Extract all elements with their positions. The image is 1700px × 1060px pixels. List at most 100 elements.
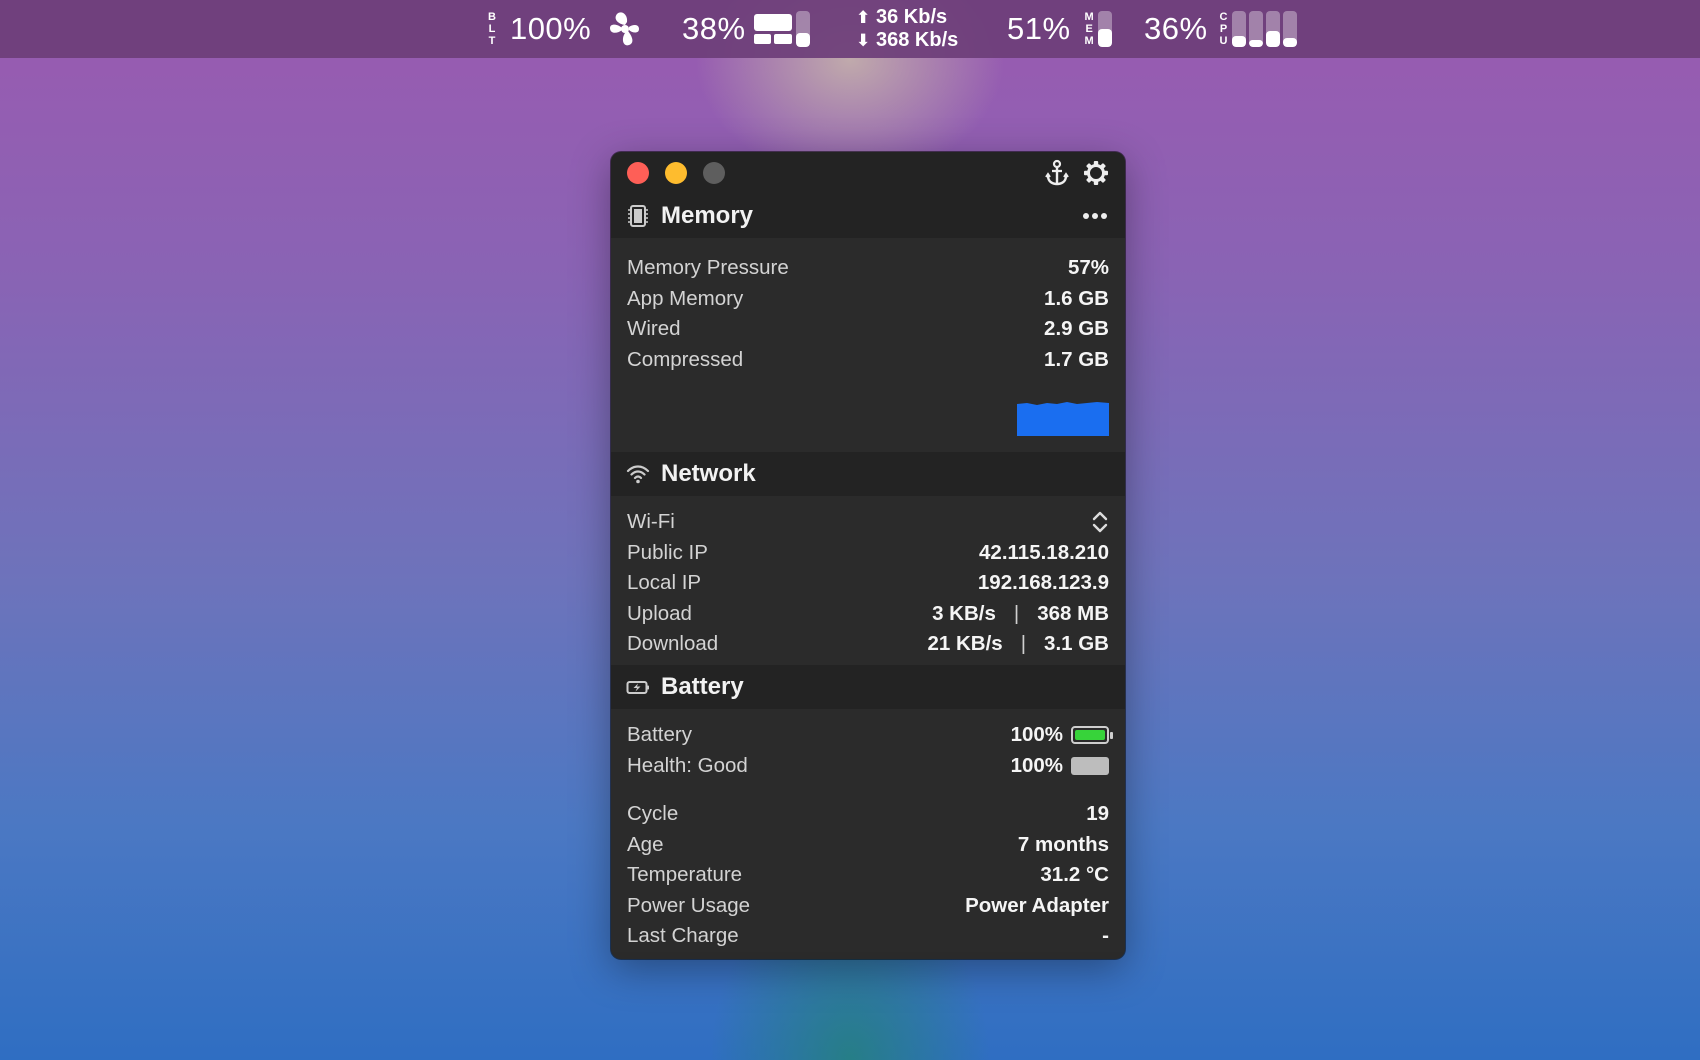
menubar-cpu[interactable]: 36% C P U [1144, 0, 1297, 58]
menubar-disk[interactable] [754, 0, 810, 58]
battery-stat-row: Age 7 months [627, 830, 1109, 861]
interface-selector-chevron-icon[interactable] [1091, 509, 1109, 535]
download-total: 3.1 GB [1044, 632, 1109, 656]
stats-popup: Memory Memory Pressure 57% App Memory 1.6 G… [611, 152, 1125, 959]
battery-stat-row-value: 7 months [1017, 832, 1109, 856]
battery-stat-row: Power Usage Power Adapter [627, 891, 1109, 922]
memory-stats-list: Memory Pressure 57% App Memory 1.6 GB Wired 2… [627, 253, 1109, 375]
zoom-button[interactable] [703, 162, 725, 184]
memory-stat-row-value: 1.7 GB [1044, 347, 1109, 371]
menubar-upload-rate: 36 Kb/s [876, 6, 948, 28]
battery-stat-row-value: - [1102, 924, 1109, 948]
minimize-button[interactable] [665, 162, 687, 184]
health-value: 100% [1010, 753, 1063, 777]
anchor-icon[interactable] [1044, 159, 1070, 187]
memory-stat-row: Compressed 1.7 GB [627, 345, 1109, 376]
menu-bar: B L T 100% 38% ⬆ 36 Kb/s ⬇ 368 Kb/s 51% … [0, 0, 1700, 58]
memory-vertical-label: M E M [1084, 11, 1094, 47]
battery-section-header: Battery [611, 665, 1125, 709]
network-interface-row[interactable]: Wi-Fi [627, 507, 1109, 538]
upload-values: 3 KB/s | 368 MB [932, 602, 1109, 626]
close-button[interactable] [627, 162, 649, 184]
battery-stat-row-value: 19 [1086, 802, 1109, 826]
bluetooth-percent: 100% [509, 11, 592, 46]
local-ip-label: Local IP [627, 571, 702, 595]
public-ip-value[interactable]: 42.115.18.210 [979, 541, 1109, 565]
memory-stat-row-value: 2.9 GB [1044, 317, 1109, 341]
memory-stat-row-label: Memory Pressure [627, 256, 789, 280]
local-ip-row: Local IP 192.168.123.9 [627, 568, 1109, 599]
disk-usage-bar [796, 11, 810, 47]
network-interface-label: Wi-Fi [627, 510, 675, 534]
cpu-core-bars [1231, 11, 1297, 47]
cpu-core-bar [1231, 11, 1246, 47]
memory-stat-row-label: Wired [627, 317, 681, 341]
battery-level-icon [1071, 726, 1113, 745]
battery-level-row: Battery 100% [627, 720, 1113, 751]
upload-rate: 3 KB/s [932, 601, 996, 625]
download-label: Download [627, 632, 719, 656]
disk-icon [754, 14, 792, 44]
public-ip-label: Public IP [627, 540, 708, 564]
download-values: 21 KB/s | 3.1 GB [928, 632, 1110, 656]
upload-arrow-icon: ⬆ [856, 8, 871, 27]
cpu-core-bar [1265, 11, 1280, 47]
fan-percent: 38% [682, 11, 746, 46]
battery-stat-row-label: Age [627, 832, 664, 856]
bluetooth-vertical-label: B L T [488, 11, 496, 47]
menubar-fan[interactable]: 38% [608, 0, 746, 58]
battery-stat-row: Cycle 19 [627, 799, 1109, 830]
memory-chip-icon [628, 205, 648, 227]
memory-section-header: Memory [611, 194, 1125, 238]
network-rates: ⬆ 36 Kb/s ⬇ 368 Kb/s [856, 6, 958, 52]
network-section-body: Wi-Fi Public IP 42.115.18.210 Local IP 1… [611, 496, 1125, 665]
fan-icon [610, 12, 639, 46]
wifi-icon [626, 465, 650, 484]
popup-titlebar [611, 152, 1125, 194]
memory-percent: 51% [1007, 11, 1071, 46]
battery-stat-row-value: 31.2 °C [1040, 863, 1109, 887]
menubar-bluetooth[interactable]: B L T 100% [488, 0, 591, 58]
memory-section-title: Memory [661, 202, 754, 229]
memory-usage-chart [1017, 402, 1109, 436]
battery-stat-row: Temperature 31.2 °C [627, 860, 1109, 891]
network-section-header: Network [611, 452, 1125, 496]
cpu-percent: 36% [1144, 11, 1208, 46]
download-row: Download 21 KB/s | 3.1 GB [627, 629, 1109, 660]
health-level-icon [1071, 756, 1109, 775]
separator: | [1013, 601, 1020, 625]
more-options-icon[interactable] [1081, 204, 1109, 228]
battery-section-body: Battery 100% Health: Good 100% Cycle 19 Ag… [611, 709, 1125, 952]
memory-stat-row-value: 1.6 GB [1044, 286, 1109, 310]
memory-stat-row-label: App Memory [627, 286, 744, 310]
battery-value: 100% [1010, 723, 1063, 747]
upload-row: Upload 3 KB/s | 368 MB [627, 599, 1109, 630]
menubar-network[interactable]: ⬆ 36 Kb/s ⬇ 368 Kb/s [856, 0, 958, 58]
local-ip-value[interactable]: 192.168.123.9 [978, 571, 1109, 595]
battery-stats-list: Cycle 19 Age 7 months Temperature 31.2 °C Powe… [627, 799, 1109, 952]
battery-stat-row-label: Temperature [627, 863, 743, 887]
cpu-core-bar [1282, 11, 1297, 47]
memory-stat-row: Wired 2.9 GB [627, 314, 1109, 345]
battery-stat-row-label: Last Charge [627, 924, 739, 948]
memory-stat-row: App Memory 1.6 GB [627, 284, 1109, 315]
upload-total: 368 MB [1037, 601, 1109, 625]
gear-icon[interactable] [1083, 159, 1109, 187]
menubar-download-rate: 368 Kb/s [876, 29, 959, 51]
memory-usage-bar [1097, 11, 1112, 47]
download-rate: 21 KB/s [927, 632, 1003, 656]
cpu-core-bar [1248, 11, 1263, 47]
battery-stat-row-label: Power Usage [627, 893, 751, 917]
separator: | [1020, 632, 1027, 656]
memory-stat-row-value: 57% [1067, 256, 1109, 280]
menubar-memory[interactable]: 51% M E M [1007, 0, 1112, 58]
public-ip-row: Public IP 42.115.18.210 [627, 538, 1109, 569]
memory-stat-row: Memory Pressure 57% [627, 253, 1109, 284]
memory-section-body: Memory Pressure 57% App Memory 1.6 GB Wired 2… [611, 238, 1125, 452]
battery-stat-row-label: Cycle [627, 802, 679, 826]
battery-health-row: Health: Good 100% [627, 751, 1109, 782]
battery-section-title: Battery [661, 673, 744, 700]
download-arrow-icon: ⬇ [856, 31, 871, 50]
battery-label: Battery [627, 723, 692, 747]
battery-charging-icon [626, 681, 649, 694]
